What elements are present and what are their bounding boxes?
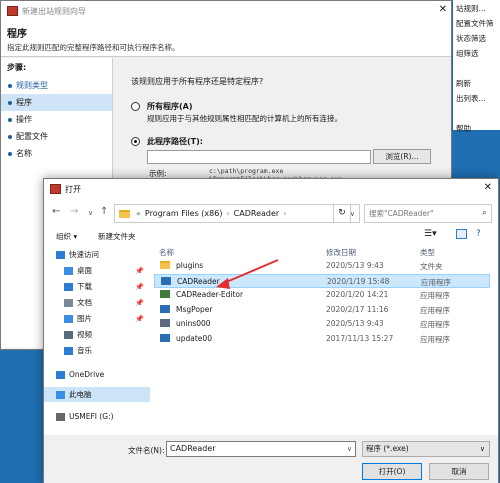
annotation-arrow-line: [223, 259, 279, 284]
annotation-arrow-head: [216, 278, 230, 289]
annotation-arrow: [216, 259, 279, 289]
